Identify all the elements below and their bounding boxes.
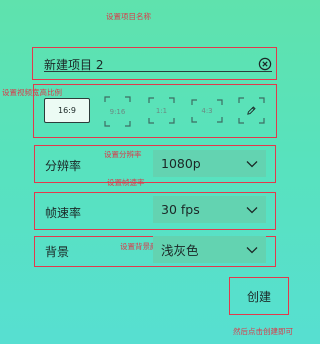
create-button[interactable]: 创建	[229, 277, 289, 315]
fps-value: 30 fps	[161, 202, 200, 217]
background-label: 背景	[45, 245, 70, 259]
annotation-project-name: 设置项目名称	[106, 12, 151, 21]
project-name-value[interactable]: 新建项目 2	[44, 56, 103, 73]
create-button-label: 创建	[246, 289, 271, 304]
resolution-label: 分辨率	[45, 159, 82, 173]
ratio-option-1-1[interactable]: 1:1	[148, 97, 175, 124]
resolution-value: 1080p	[161, 156, 201, 171]
ratio-option-label: 4:3	[201, 107, 213, 115]
ratio-option-4-3[interactable]: 4:3	[191, 99, 223, 123]
ratio-option-label: 9:16	[109, 107, 126, 116]
background-value: 浅灰色	[161, 243, 199, 258]
resolution-dropdown[interactable]: 1080p	[153, 150, 266, 177]
project-name-field[interactable]: 新建项目 2	[44, 57, 272, 72]
ratio-option-9-16[interactable]: 9:16	[104, 96, 131, 127]
fps-dropdown[interactable]: 30 fps	[153, 196, 266, 223]
chevron-down-icon	[246, 246, 258, 253]
close-circle-icon[interactable]	[258, 57, 272, 71]
fps-label: 帧速率	[45, 206, 82, 220]
pencil-icon	[247, 106, 256, 115]
ratio-option-16-9[interactable]: 16:9	[44, 98, 90, 123]
chevron-down-icon	[246, 206, 258, 213]
ratio-option-custom[interactable]	[238, 97, 265, 124]
background-dropdown[interactable]: 浅灰色	[153, 236, 266, 263]
annotation-final: 然后点击创建即可	[233, 327, 293, 336]
chevron-down-icon	[246, 160, 258, 167]
ratio-option-label: 1:1	[155, 106, 168, 115]
ratio-option-label: 16:9	[58, 106, 76, 115]
